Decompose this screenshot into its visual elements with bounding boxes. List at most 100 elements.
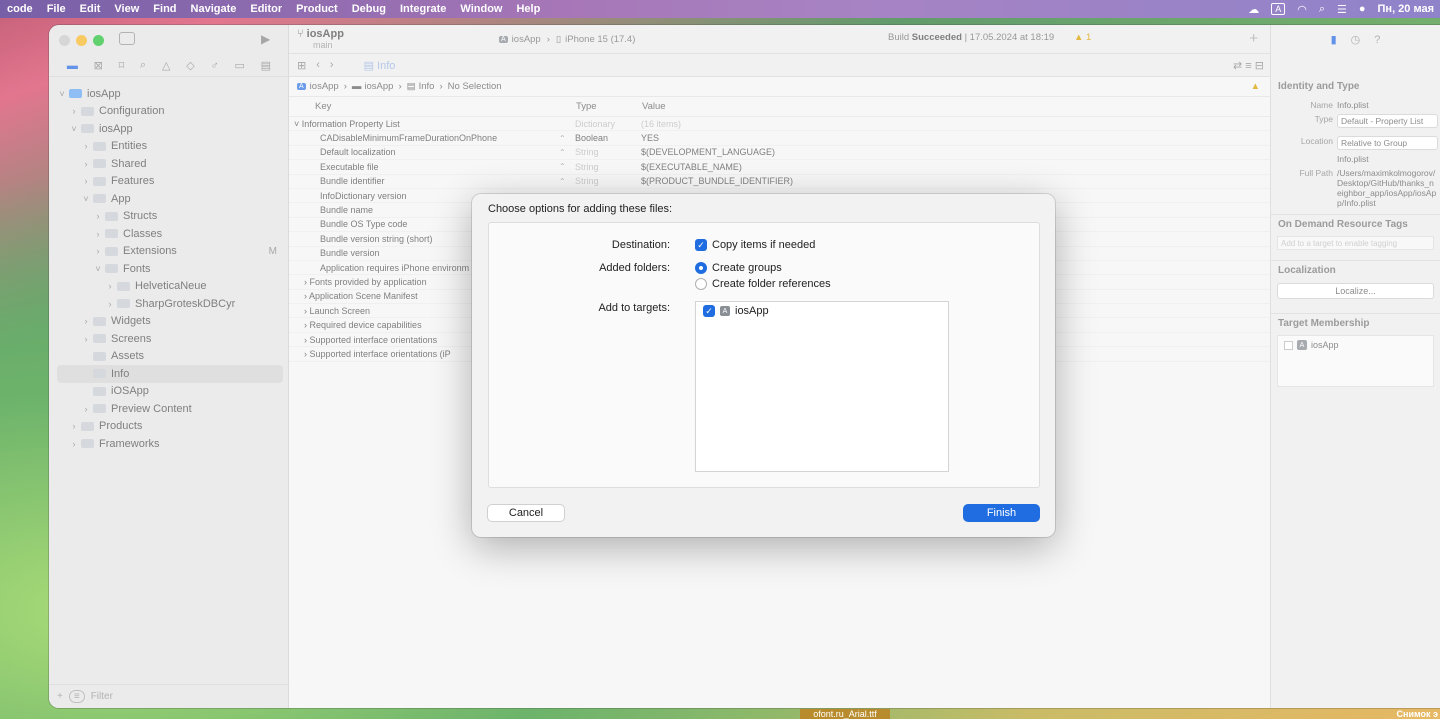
chevron-down-icon[interactable]: ˅ bbox=[69, 124, 79, 134]
navigator-item[interactable]: › Features bbox=[57, 173, 283, 191]
menu-item[interactable]: Editor bbox=[243, 3, 289, 15]
navigator-item[interactable]: › Widgets bbox=[57, 313, 283, 331]
navigator-item[interactable]: › Frameworks bbox=[57, 435, 283, 453]
navigator-item[interactable]: Assets bbox=[57, 348, 283, 366]
menu-item[interactable]: File bbox=[40, 3, 73, 15]
warning-nav-icon[interactable]: ▲ bbox=[1251, 81, 1260, 92]
name-field[interactable]: Info.plist bbox=[1337, 100, 1438, 110]
copy-items-checkbox[interactable]: ✓ bbox=[695, 239, 707, 251]
chevron-right-icon[interactable]: › bbox=[81, 316, 91, 326]
chevron-right-icon[interactable]: › bbox=[69, 421, 79, 431]
copy-items-option[interactable]: ✓ Copy items if needed bbox=[695, 239, 815, 251]
navigator-item[interactable]: › Configuration bbox=[57, 103, 283, 121]
chevron-right-icon[interactable]: › bbox=[81, 141, 91, 151]
menu-item[interactable]: Window bbox=[453, 3, 509, 15]
menu-item[interactable]: Debug bbox=[345, 3, 393, 15]
navigator-item[interactable]: › Preview Content bbox=[57, 400, 283, 418]
plist-row[interactable]: Bundle identifier ⌃ String $(PRODUCT_BUNDLE… bbox=[289, 175, 1270, 189]
menu-item[interactable]: Navigate bbox=[184, 3, 244, 15]
project-navigator-tab-icon[interactable]: ▬ bbox=[67, 60, 78, 72]
target-item[interactable]: ✓ AiosApp bbox=[703, 305, 769, 317]
spotlight-search-icon[interactable]: ⌕ bbox=[1319, 3, 1325, 16]
navigator-item[interactable]: › Extensions M bbox=[57, 243, 283, 261]
navigator-item[interactable]: iOSApp bbox=[57, 383, 283, 401]
clock[interactable]: Пн, 20 мая bbox=[1378, 3, 1434, 15]
type-stepper-icon[interactable]: ⌃ bbox=[559, 177, 575, 186]
menu-item[interactable]: Integrate bbox=[393, 3, 453, 15]
help-inspector-tab-icon[interactable]: ? bbox=[1374, 34, 1380, 46]
type-stepper-icon[interactable]: ⌃ bbox=[559, 134, 575, 143]
menu-item[interactable]: Edit bbox=[73, 3, 108, 15]
type-stepper-icon[interactable]: ⌃ bbox=[559, 162, 575, 171]
file-inspector-tab-icon[interactable]: ▮ bbox=[1331, 33, 1337, 46]
app-menu[interactable]: code bbox=[0, 3, 40, 15]
plist-row[interactable]: Executable file ⌃ String $(EXECUTABLE_NAME) bbox=[289, 160, 1270, 175]
chevron-right-icon[interactable]: › bbox=[93, 211, 103, 221]
screenshot-file-label[interactable]: Снимок э bbox=[1397, 709, 1438, 719]
chevron-right-icon[interactable]: › bbox=[93, 246, 103, 256]
forward-icon[interactable]: › bbox=[330, 59, 334, 71]
creative-cloud-icon[interactable]: ☁ bbox=[1248, 3, 1259, 16]
close-button[interactable] bbox=[59, 35, 70, 46]
location-select[interactable]: Relative to Group bbox=[1337, 136, 1438, 150]
type-select[interactable]: Default - Property List bbox=[1337, 114, 1438, 128]
warnings-indicator[interactable]: ▲ 1 bbox=[1074, 32, 1091, 43]
menu-item[interactable]: Product bbox=[289, 3, 345, 15]
filter-input[interactable]: Filter bbox=[91, 691, 113, 702]
issues-tab-icon[interactable]: △ bbox=[162, 59, 170, 72]
create-folder-refs-option[interactable]: Create folder references bbox=[695, 278, 831, 290]
chevron-right-icon[interactable]: › bbox=[105, 281, 115, 291]
plist-row[interactable]: ˅ Information Property List Dictionary (16… bbox=[289, 117, 1270, 132]
value-column-header[interactable]: Value bbox=[642, 101, 666, 112]
breadcrumb-2[interactable]: Info bbox=[419, 81, 435, 92]
chevron-right-icon[interactable]: › bbox=[81, 334, 91, 344]
wifi-icon[interactable]: ◠ bbox=[1297, 3, 1307, 16]
find-tab-icon[interactable]: ⌕ bbox=[140, 59, 146, 72]
navigator-item[interactable]: › SharpGroteskDBCyr bbox=[57, 295, 283, 313]
navigator-item[interactable]: › HelveticaNeue bbox=[57, 278, 283, 296]
filter-options-icon[interactable]: ≡ bbox=[68, 690, 85, 703]
desktop-file-label[interactable]: ofont.ru_Arial.ttf bbox=[800, 709, 890, 719]
breadcrumb-1[interactable]: iosApp bbox=[364, 81, 393, 92]
navigator-item[interactable]: ˅ App bbox=[57, 190, 283, 208]
membership-checkbox[interactable] bbox=[1284, 341, 1293, 350]
chevron-down-icon[interactable]: ˅ bbox=[93, 264, 103, 274]
chevron-down-icon[interactable]: ˅ bbox=[81, 194, 91, 204]
breadcrumb-0[interactable]: iosApp bbox=[310, 81, 339, 92]
bookmarks-tab-icon[interactable]: ⌑ bbox=[119, 59, 125, 72]
create-folder-refs-radio[interactable] bbox=[695, 278, 707, 290]
keyboard-layout-indicator[interactable]: A bbox=[1271, 3, 1286, 15]
sidebar-toggle-icon[interactable] bbox=[119, 32, 135, 45]
add-icon[interactable]: + bbox=[57, 691, 63, 702]
navigator-item[interactable]: ˅ Fonts bbox=[57, 260, 283, 278]
navigator-item[interactable]: ˅ iosApp bbox=[57, 85, 283, 103]
minimize-button[interactable] bbox=[76, 35, 87, 46]
breadcrumb-3[interactable]: No Selection bbox=[448, 81, 502, 92]
run-button[interactable]: ▶ bbox=[261, 32, 270, 46]
chevron-right-icon[interactable]: › bbox=[81, 176, 91, 186]
key-column-header[interactable]: Key bbox=[289, 101, 576, 112]
control-center-icon[interactable]: ☰ bbox=[1337, 3, 1347, 16]
scheme-selector[interactable]: ⑂ iosApp main bbox=[297, 28, 344, 50]
chevron-right-icon[interactable]: › bbox=[69, 439, 79, 449]
navigator-item[interactable]: › Shared bbox=[57, 155, 283, 173]
tests-tab-icon[interactable]: ◇ bbox=[186, 59, 194, 72]
chevron-right-icon[interactable]: › bbox=[105, 299, 115, 309]
siri-icon[interactable]: ● bbox=[1359, 3, 1366, 15]
navigator-item[interactable]: › Products bbox=[57, 418, 283, 436]
navigator-item[interactable]: Info bbox=[57, 365, 283, 383]
chevron-right-icon[interactable]: › bbox=[81, 404, 91, 414]
plist-row[interactable]: Default localization ⌃ String $(DEVELOPMENT… bbox=[289, 146, 1270, 161]
chevron-right-icon[interactable]: › bbox=[69, 106, 79, 116]
breakpoints-tab-icon[interactable]: ▭ bbox=[234, 59, 244, 72]
odr-tags-input[interactable]: Add to a target to enable tagging bbox=[1277, 236, 1434, 250]
navigator-item[interactable]: ˅ iosApp bbox=[57, 120, 283, 138]
create-groups-option[interactable]: Create groups bbox=[695, 262, 782, 274]
zoom-button[interactable] bbox=[93, 35, 104, 46]
back-icon[interactable]: ‹ bbox=[316, 59, 320, 71]
finish-button[interactable]: Finish bbox=[963, 504, 1040, 522]
menu-item[interactable]: Find bbox=[146, 3, 183, 15]
debug-tab-icon[interactable]: ♂ bbox=[210, 60, 218, 72]
editor-options-icon[interactable]: ⇄ ≡ ⊟ bbox=[1233, 59, 1264, 72]
navigator-item[interactable]: › Screens bbox=[57, 330, 283, 348]
